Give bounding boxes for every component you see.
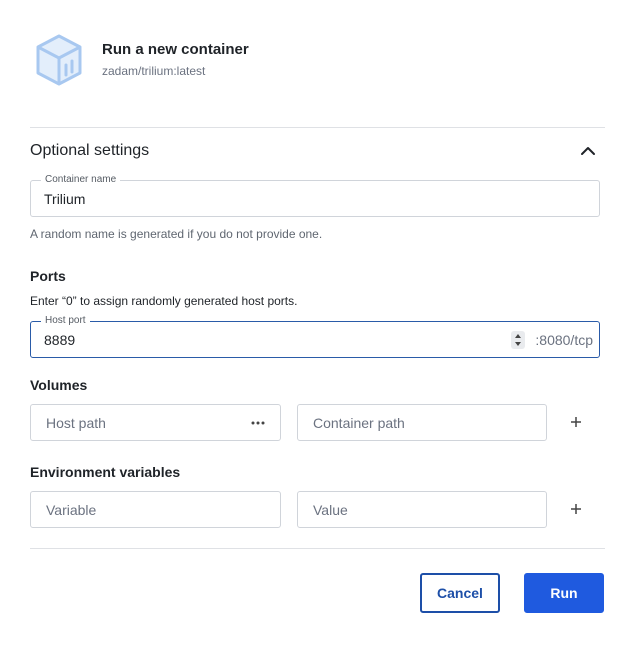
image-name: zadam/trilium:latest: [102, 64, 206, 78]
ports-helper: Enter “0” to assign randomly generated h…: [30, 294, 298, 308]
value-input[interactable]: Value: [313, 492, 348, 527]
add-env-plus-icon[interactable]: [565, 498, 587, 520]
dialog-header: Run a new container zadam/trilium:latest: [30, 30, 605, 92]
footer-divider: [30, 548, 605, 549]
add-volume-plus-icon[interactable]: [565, 411, 587, 433]
value-field[interactable]: Value: [297, 491, 547, 528]
number-stepper-icon[interactable]: [511, 331, 525, 349]
cancel-button[interactable]: Cancel: [420, 573, 500, 613]
ports-title: Ports: [30, 268, 66, 284]
container-name-input[interactable]: Trilium: [44, 181, 85, 216]
container-box-icon: [32, 32, 86, 86]
host-path-field[interactable]: Host path: [30, 404, 281, 441]
host-port-field[interactable]: Host port 8889 :8080/tcp: [30, 315, 600, 358]
more-horizontal-icon[interactable]: [248, 405, 268, 440]
optional-settings-title: Optional settings: [30, 142, 150, 159]
container-port: :8080/tcp: [535, 331, 593, 348]
header-divider: [30, 127, 605, 128]
container-path-input[interactable]: Container path: [313, 405, 405, 440]
container-name-helper: A random name is generated if you do not…: [30, 227, 323, 241]
run-button[interactable]: Run: [524, 573, 604, 613]
host-port-input[interactable]: 8889: [44, 322, 75, 357]
variable-field[interactable]: Variable: [30, 491, 281, 528]
container-path-field[interactable]: Container path: [297, 404, 547, 441]
variable-input[interactable]: Variable: [46, 492, 96, 527]
env-title: Environment variables: [30, 464, 181, 480]
host-path-input[interactable]: Host path: [46, 405, 106, 440]
dialog-title: Run a new container: [102, 41, 249, 58]
optional-settings-header[interactable]: Optional settings: [30, 140, 605, 164]
chevron-up-icon[interactable]: [577, 140, 599, 162]
container-name-field[interactable]: Container name Trilium: [30, 174, 600, 217]
volumes-title: Volumes: [30, 377, 88, 393]
